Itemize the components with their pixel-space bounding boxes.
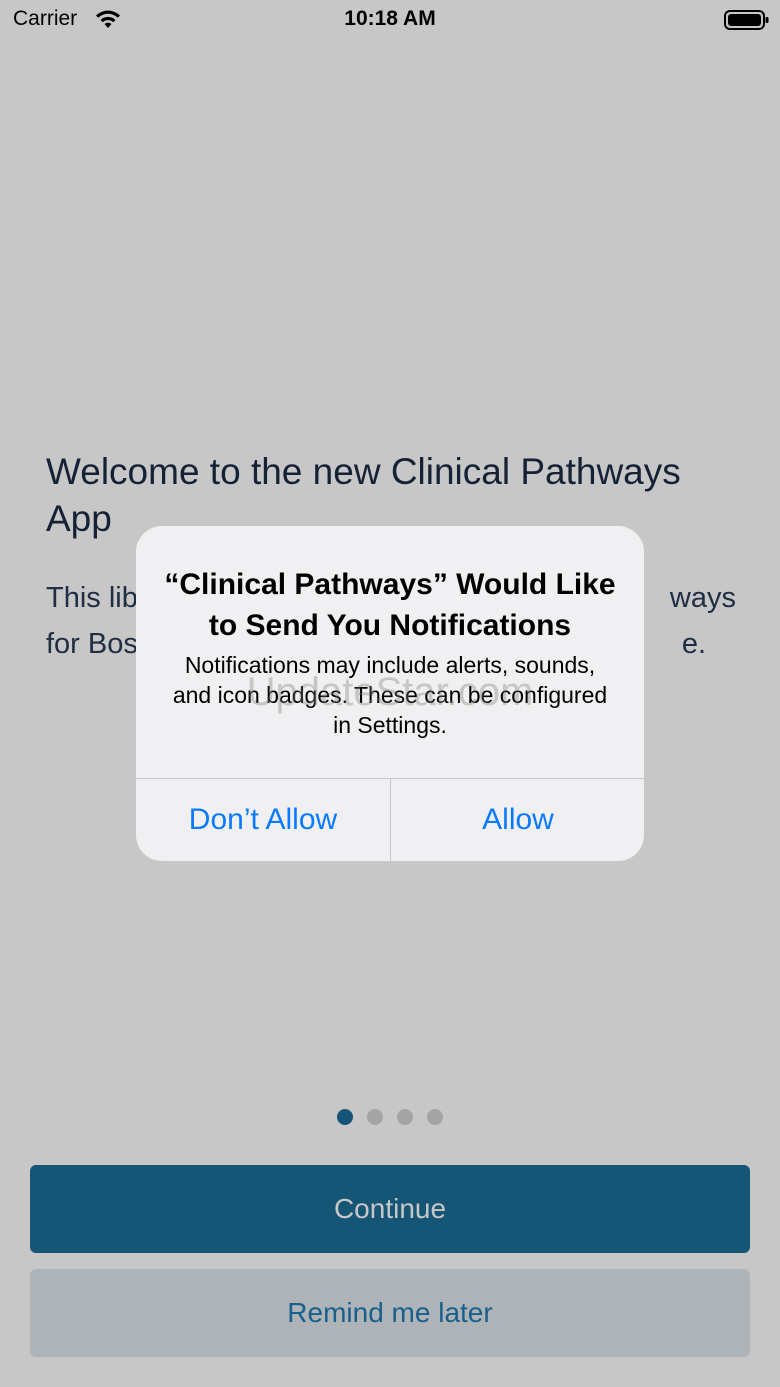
alert-message: Notifications may include alerts, sounds… xyxy=(172,652,608,738)
notification-permission-alert: “Clinical Pathways” Would Like to Send Y… xyxy=(136,526,644,861)
dont-allow-button[interactable]: Don’t Allow xyxy=(136,779,390,861)
allow-button[interactable]: Allow xyxy=(391,779,644,861)
alert-title: “Clinical Pathways” Would Like to Send Y… xyxy=(164,568,616,642)
